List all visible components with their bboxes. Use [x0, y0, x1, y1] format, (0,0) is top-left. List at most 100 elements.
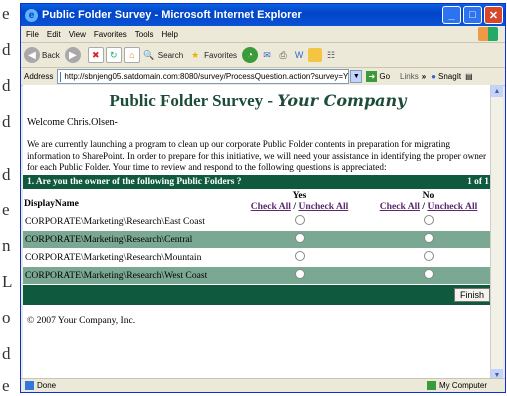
no-radio[interactable] — [423, 232, 434, 243]
table-row: CORPORATE\Marketing\Research\Central — [23, 230, 493, 249]
yes-header: Yes Check All / Uncheck All — [235, 189, 364, 213]
edit-icon[interactable]: W — [292, 48, 306, 62]
ie-logo-icon: e — [25, 8, 38, 22]
menu-tools[interactable]: Tools — [135, 30, 154, 39]
no-check-all-link[interactable]: Check All — [380, 201, 420, 212]
search-button[interactable]: 🔍 Search — [142, 48, 183, 62]
close-button[interactable]: ✕ — [484, 6, 503, 24]
question-text: 1. Are you the owner of the following Pu… — [27, 176, 242, 187]
question-bar: 1. Are you the owner of the following Pu… — [23, 174, 493, 189]
maximize-button[interactable]: □ — [463, 6, 482, 24]
no-cell — [364, 248, 493, 267]
page-done-icon — [25, 381, 34, 390]
address-dropdown-icon[interactable]: ▼ — [350, 70, 363, 83]
edge-letter: d — [2, 165, 11, 184]
edge-letter: d — [2, 344, 11, 363]
no-label: No — [422, 189, 435, 201]
yes-cell — [235, 212, 364, 231]
folder-name: CORPORATE\Marketing\Research\West Coast — [23, 266, 235, 285]
minimize-button[interactable]: _ — [442, 6, 461, 24]
folder-name: CORPORATE\Marketing\Research\Central — [23, 230, 235, 249]
no-header: No Check All / Uncheck All — [364, 189, 493, 213]
menu-view[interactable]: View — [69, 30, 86, 39]
no-radio[interactable] — [423, 250, 434, 261]
favorites-label: Favorites — [204, 50, 238, 60]
snagit-icon: ● — [431, 72, 437, 81]
title-bar[interactable]: e Public Folder Survey - Microsoft Inter… — [21, 4, 505, 26]
forward-button[interactable]: ▶ — [64, 47, 83, 63]
back-button[interactable]: ◀ Back — [24, 47, 60, 63]
yes-links: Check All / Uncheck All — [236, 201, 363, 212]
no-cell — [364, 266, 493, 285]
chevron-right-icon[interactable]: » — [422, 72, 426, 81]
browser-window: e Public Folder Survey - Microsoft Inter… — [20, 3, 506, 393]
no-radio[interactable] — [423, 214, 434, 225]
mail-icon[interactable]: ✉ — [260, 48, 274, 62]
finish-button[interactable]: Finish — [453, 287, 490, 302]
yes-cell — [235, 230, 364, 249]
yes-radio[interactable] — [294, 214, 305, 225]
address-input[interactable]: http://sbnjeng05.satdomain.com:8080/surv… — [57, 69, 350, 84]
home-icon[interactable]: ⌂ — [123, 47, 140, 63]
no-links: Check All / Uncheck All — [365, 201, 492, 212]
windows-flag-icon — [478, 27, 498, 41]
yes-radio[interactable] — [294, 232, 305, 243]
page-icon — [60, 71, 62, 82]
edge-letter: e — [2, 376, 10, 395]
form-footer: Finish — [23, 284, 493, 305]
stop-icon[interactable]: ✖ — [87, 47, 104, 63]
yes-radio[interactable] — [294, 268, 305, 279]
refresh-icon[interactable]: ↻ — [105, 47, 122, 63]
table-row: CORPORATE\Marketing\Research\Mountain — [23, 248, 493, 267]
edge-letter: d — [2, 76, 11, 95]
intro-text: We are currently launching a program to … — [27, 139, 486, 172]
forward-arrow-icon: ▶ — [64, 47, 81, 63]
no-link-separator: / — [422, 200, 426, 212]
edge-letter: o — [2, 308, 11, 327]
go-arrow-icon[interactable]: ➜ — [366, 71, 378, 82]
snagit-button[interactable]: SnagIt — [438, 72, 461, 81]
page-title: Public Folder Survey - Your Company — [23, 91, 493, 111]
search-label: Search — [157, 50, 184, 60]
scroll-up-icon[interactable]: ▲ — [491, 85, 503, 97]
print-icon[interactable]: ⎙ — [276, 48, 290, 62]
yes-uncheck-all-link[interactable]: Uncheck All — [298, 201, 348, 212]
vertical-scrollbar[interactable]: ▲ ▼ — [490, 85, 503, 381]
page-title-text: Public Folder Survey - — [109, 91, 278, 110]
menu-bar: File Edit View Favorites Tools Help — [21, 26, 505, 43]
back-arrow-icon: ◀ — [24, 47, 40, 63]
status-zone: My Computer — [426, 381, 487, 390]
favorites-star-icon: ★ — [191, 49, 200, 60]
address-url: http://sbnjeng05.satdomain.com:8080/surv… — [64, 72, 349, 81]
company-logo: Your Company — [277, 91, 407, 110]
yes-radio[interactable] — [294, 250, 305, 261]
go-button[interactable]: Go — [379, 72, 390, 81]
links-button[interactable]: Links — [400, 72, 419, 81]
favorites-button[interactable]: ★ Favorites — [188, 48, 237, 62]
displayname-header: DisplayName — [24, 197, 79, 209]
yes-check-all-link[interactable]: Check All — [251, 201, 291, 212]
no-radio[interactable] — [423, 268, 434, 279]
messenger-icon[interactable]: ☷ — [324, 48, 338, 62]
no-uncheck-all-link[interactable]: Uncheck All — [427, 201, 477, 212]
menu-edit[interactable]: Edit — [47, 30, 61, 39]
menu-file[interactable]: File — [26, 30, 39, 39]
table-row: CORPORATE\Marketing\Research\East Coast — [23, 212, 493, 231]
welcome-text: Welcome Chris.Olsen- — [27, 117, 118, 128]
window-title: Public Folder Survey - Microsoft Interne… — [42, 9, 302, 21]
menu-help[interactable]: Help — [161, 30, 177, 39]
edge-letter: e — [2, 200, 10, 219]
menu-favorites[interactable]: Favorites — [94, 30, 127, 39]
page-indicator: 1 of 1 — [467, 176, 489, 187]
status-bar: Done My Computer — [21, 378, 505, 392]
yes-link-separator: / — [293, 200, 297, 212]
edge-letter: d — [2, 40, 11, 59]
status-right-text: My Computer — [438, 381, 487, 390]
back-label: Back — [42, 50, 60, 60]
folder-icon[interactable] — [308, 48, 323, 62]
edge-letter: d — [2, 112, 11, 131]
media-icon[interactable]: ◔ — [242, 47, 259, 63]
snagit-window-icon[interactable]: ▤ — [465, 72, 473, 81]
status-done: Done — [25, 381, 427, 390]
no-cell — [364, 212, 493, 231]
